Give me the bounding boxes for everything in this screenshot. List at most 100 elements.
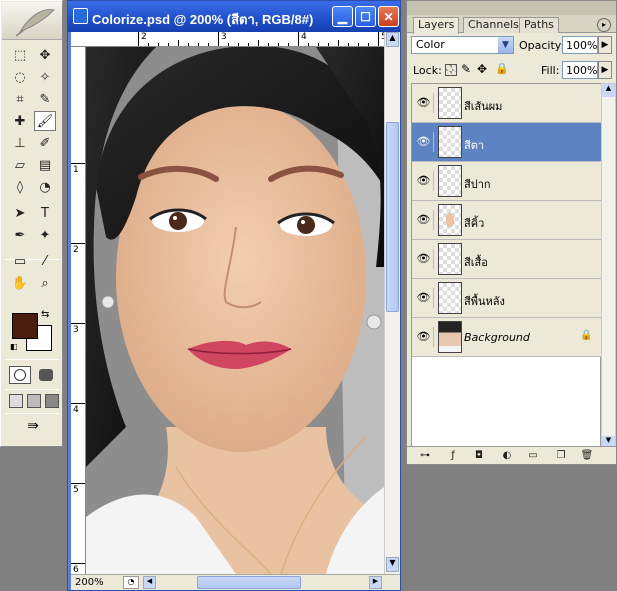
screen-mode-full-menu-button[interactable] — [27, 394, 41, 408]
layers-vertical-scrollbar[interactable]: ▲ ▼ — [601, 83, 616, 451]
panel-grip[interactable] — [407, 1, 616, 15]
zoom-level[interactable]: 200% — [75, 577, 104, 588]
slice-tool-icon[interactable]: ✎ — [34, 89, 56, 109]
visibility-eye-icon[interactable]: 👁 — [414, 93, 434, 113]
adjustment-layer-icon[interactable]: ◐ — [499, 449, 515, 463]
lasso-tool-icon[interactable]: ◌ — [9, 67, 31, 87]
ruler-tick — [71, 483, 85, 484]
layer-row[interactable]: 👁 สีปาก — [412, 162, 602, 201]
delete-layer-icon[interactable]: 🗑 — [579, 449, 595, 463]
blur-tool-icon[interactable]: ◊ — [9, 177, 31, 197]
visibility-eye-icon[interactable]: 👁 — [414, 249, 434, 269]
layer-list: 👁 สีเส้นผม 👁 สีตา 👁 สีปาก 👁 สีคิ้ว 👁 สีเสื้อ 👁 สีพื… — [411, 83, 602, 451]
visibility-eye-icon[interactable]: 👁 — [414, 171, 434, 191]
jump-to-imageready-button[interactable]: ⇛ — [11, 418, 55, 440]
layer-style-icon[interactable]: ƒ — [445, 449, 461, 463]
visibility-eye-icon[interactable]: 👁 — [414, 288, 434, 308]
ruler-minor-tick — [208, 43, 209, 46]
document-title-bar[interactable]: Colorize.psd @ 200% (สีตา, RGB/8#) ▁ ☐ ✕ — [68, 1, 400, 32]
scroll-thumb[interactable] — [386, 122, 399, 312]
document-status-bar: 200% ◔ ◀ ▶ — [71, 574, 400, 590]
layer-row[interactable]: 👁 Background 🔒 — [412, 318, 602, 357]
tab-channels[interactable]: Channels — [463, 17, 524, 33]
maximize-button[interactable]: ☐ — [355, 6, 376, 27]
visibility-eye-icon[interactable]: 👁 — [414, 327, 434, 347]
layer-row[interactable]: 👁 สีเสื้อ — [412, 240, 602, 279]
path-selection-tool-icon[interactable]: ➤ — [9, 203, 31, 223]
marquee-tool-icon[interactable]: ⬚ — [9, 45, 31, 65]
ruler-minor-tick — [258, 40, 259, 46]
notes-tool-icon[interactable]: ▭ — [9, 251, 31, 271]
dodge-tool-icon[interactable]: ◔ — [34, 177, 56, 197]
canvas-vertical-scrollbar[interactable]: ▲ ▼ — [384, 32, 400, 574]
tab-paths[interactable]: Paths — [519, 17, 559, 33]
swap-colors-icon[interactable]: ⇆ — [41, 309, 49, 320]
gradient-tool-icon[interactable]: ▤ — [34, 155, 56, 175]
blend-mode-value: Color — [416, 38, 445, 51]
eraser-tool-icon[interactable]: ▱ — [9, 155, 31, 175]
foreground-color-swatch[interactable] — [12, 313, 38, 339]
opacity-slider-button[interactable]: ▶ — [598, 36, 612, 54]
toolbox-header[interactable] — [2, 2, 62, 40]
ruler-label: 2 — [141, 32, 147, 42]
hand-tool-icon[interactable]: ✋ — [9, 273, 31, 293]
layer-row[interactable]: 👁 สีคิ้ว — [412, 201, 602, 240]
screen-mode-standard-button[interactable] — [9, 394, 23, 408]
stamp-tool-icon[interactable]: ⊥ — [9, 133, 31, 153]
visibility-eye-icon[interactable]: 👁 — [414, 210, 434, 230]
fill-slider-button[interactable]: ▶ — [598, 61, 612, 79]
quick-mask-button[interactable] — [35, 366, 57, 384]
ruler-minor-tick — [178, 40, 179, 46]
scroll-right-button[interactable]: ▶ — [369, 576, 382, 589]
crop-tool-icon[interactable]: ⌗ — [9, 89, 31, 109]
opacity-input[interactable]: 100% — [562, 36, 598, 54]
scroll-left-button[interactable]: ◀ — [143, 576, 156, 589]
ruler-minor-tick — [198, 43, 199, 46]
lock-image-icon[interactable]: ✎ — [461, 62, 471, 76]
type-tool-icon[interactable]: T — [34, 203, 56, 223]
toolbox-divider — [5, 389, 59, 390]
visibility-eye-icon[interactable]: 👁 — [414, 132, 434, 152]
screen-mode-full-button[interactable] — [45, 394, 59, 408]
lock-all-icon[interactable]: 🔒 — [495, 62, 509, 75]
ruler-label: 1 — [73, 165, 79, 175]
layer-row[interactable]: 👁 สีตา — [412, 123, 602, 162]
lock-position-icon[interactable]: ✥ — [477, 62, 487, 76]
ruler-tick — [138, 32, 139, 46]
scroll-up-button[interactable]: ▲ — [602, 84, 615, 97]
ruler-label: 2 — [73, 245, 79, 255]
layer-row[interactable]: 👁 สีพื้นหลัง — [412, 279, 602, 318]
layer-row[interactable]: 👁 สีเส้นผม — [412, 84, 602, 123]
standard-mode-button[interactable] — [9, 366, 31, 384]
new-group-icon[interactable]: ▭ — [525, 449, 541, 463]
scroll-down-button[interactable]: ▼ — [386, 557, 399, 572]
default-colors-icon[interactable]: ◧ — [10, 342, 20, 352]
panel-menu-button[interactable]: ▸ — [597, 18, 611, 32]
new-layer-icon[interactable]: ❐ — [553, 449, 569, 463]
shape-tool-icon[interactable]: ✦ — [34, 225, 56, 245]
image-canvas[interactable] — [86, 47, 384, 574]
move-tool-icon[interactable]: ✥ — [34, 45, 56, 65]
eyedropper-tool-icon[interactable]: ⁄ — [34, 251, 56, 271]
horizontal-scroll-thumb[interactable] — [197, 576, 301, 589]
toolbox-divider — [5, 413, 59, 414]
history-brush-tool-icon[interactable]: ✐ — [34, 133, 56, 153]
brush-tool-icon[interactable]: 🖌 — [34, 111, 56, 131]
tab-layers[interactable]: Layers — [413, 17, 460, 34]
layer-name: สีปาก — [464, 178, 491, 191]
close-button[interactable]: ✕ — [378, 6, 399, 27]
pen-tool-icon[interactable]: ✒ — [9, 225, 31, 245]
minimize-button[interactable]: ▁ — [332, 6, 353, 27]
ruler-tick — [378, 32, 379, 46]
fill-input[interactable]: 100% — [562, 61, 598, 79]
status-menu-button[interactable]: ◔ — [123, 576, 139, 589]
magic-wand-tool-icon[interactable]: ✧ — [34, 67, 56, 87]
healing-brush-tool-icon[interactable]: ✚ — [9, 111, 31, 131]
lock-transparent-icon[interactable] — [445, 64, 457, 76]
zoom-tool-icon[interactable]: ⌕ — [34, 273, 56, 293]
add-mask-icon[interactable]: ◘ — [471, 449, 487, 463]
link-layers-icon[interactable]: ⊶ — [417, 449, 433, 463]
ruler-minor-tick — [308, 43, 309, 46]
blend-mode-select[interactable]: Color ▼ — [411, 36, 514, 54]
scroll-up-button[interactable]: ▲ — [386, 32, 399, 47]
